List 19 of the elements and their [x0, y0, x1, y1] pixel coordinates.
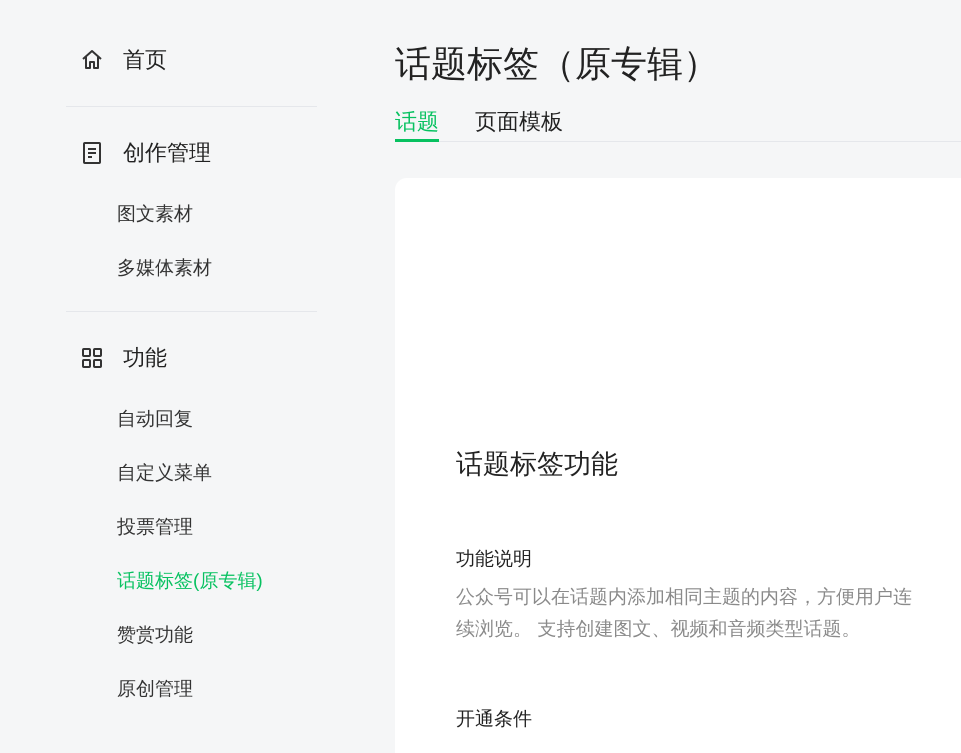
description-text: 公众号可以在话题内添加相同主题的内容，方便用户连续浏览。 支持创建图文、视频和音频类型话题。	[456, 586, 913, 642]
subsection-title: 开通条件	[456, 708, 532, 732]
nav-item[interactable]: 原创管理	[117, 674, 193, 706]
document-icon	[80, 141, 104, 165]
nav-item[interactable]: 自定义菜单	[117, 458, 212, 490]
home-icon	[80, 48, 104, 72]
nav-section-title[interactable]: 功能	[123, 342, 167, 374]
nav-section-title[interactable]: 首页	[123, 44, 167, 76]
page-title: 话题标签（原专辑）	[395, 42, 719, 86]
nav-section-title[interactable]: 创作管理	[123, 137, 211, 169]
grid-icon	[80, 346, 104, 370]
nav-item[interactable]: 赞赏功能	[117, 620, 193, 652]
subsection-title: 功能说明	[456, 548, 532, 572]
tab[interactable]: 页面模板	[475, 104, 563, 142]
nav-item[interactable]: 多媒体素材	[117, 253, 212, 285]
nav-item[interactable]: 自动回复	[117, 404, 193, 436]
section-heading: 话题标签功能	[456, 448, 618, 481]
nav-item[interactable]: 投票管理	[117, 512, 193, 544]
nav-item[interactable]: 图文素材	[117, 199, 193, 231]
